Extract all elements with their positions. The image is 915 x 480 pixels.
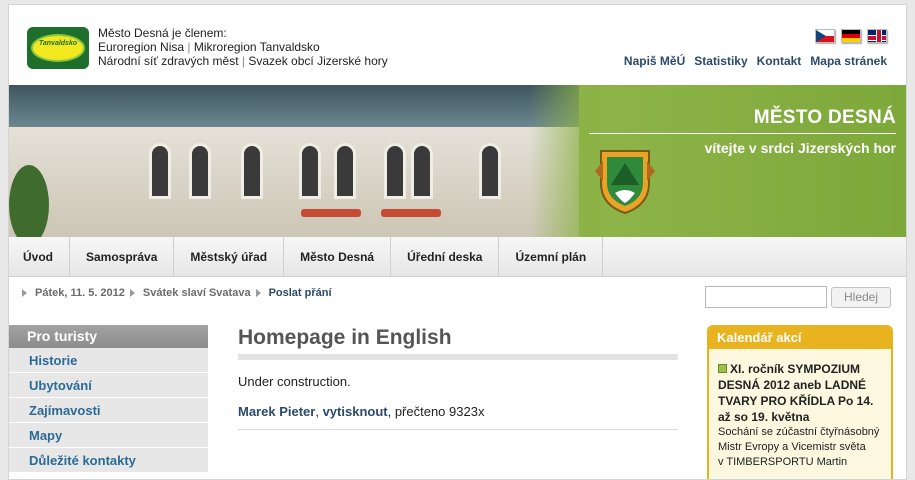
member-euroregion: Euroregion Nisa: [98, 40, 185, 54]
content-text: Under construction.: [238, 374, 351, 389]
send-greeting-link[interactable]: Poslat přání: [269, 287, 332, 299]
sidebar-item-dulezite-kontakty[interactable]: Důležité kontakty: [9, 448, 208, 473]
photo-window: [411, 143, 433, 199]
author-link[interactable]: Marek Pieter: [238, 404, 315, 419]
nav-mesto-desna[interactable]: Město Desná: [284, 237, 392, 277]
print-link[interactable]: vytisknout: [323, 404, 388, 419]
sidebar-item-mapy[interactable]: Mapy: [9, 423, 208, 448]
sidebar-item-ubytovani[interactable]: Ubytování: [9, 373, 208, 398]
arrow-right-icon: [129, 289, 135, 297]
meta-comma: ,: [315, 404, 319, 419]
town-slogan: vítejte v srdci Jizerských hor: [704, 140, 896, 156]
sidebar-heading: Pro turisty: [9, 325, 208, 348]
banner: MĚSTO DESNÁ vítejte v srdci Jizerských h…: [9, 85, 906, 237]
calendar-heading: Kalendář akcí: [709, 327, 891, 349]
photo-window: [299, 143, 321, 199]
events-calendar: Kalendář akcí XI. ročník SYMPOZIUM DESNÁ…: [707, 325, 893, 479]
nav-uvod[interactable]: Úvod: [9, 237, 70, 277]
czech-flag-icon[interactable]: [815, 29, 835, 43]
photo-window: [384, 143, 406, 199]
search-input[interactable]: [705, 286, 827, 308]
main-content: Homepage in English Under construction. …: [238, 325, 678, 430]
separator: |: [187, 40, 191, 54]
photo-window: [479, 143, 501, 199]
photo-roof: [9, 85, 579, 127]
german-flag-icon[interactable]: [841, 29, 861, 43]
nav-mestsky-urad[interactable]: Městský úřad: [174, 237, 285, 277]
language-flags: [815, 29, 887, 43]
header: Tanvaldsko Město Desná je členem: Eurore…: [9, 5, 906, 85]
info-bar: Pátek, 11. 5. 2012 Svátek slaví Svatava …: [22, 287, 332, 299]
link-statistiky[interactable]: Statistiky: [694, 54, 747, 68]
page: Tanvaldsko Město Desná je členem: Eurore…: [8, 4, 907, 480]
banner-divider: [589, 133, 896, 134]
arrow-right-icon: [255, 289, 261, 297]
member-mikroregion: Mikroregion Tanvaldsko: [193, 40, 320, 54]
member-line-1: Euroregion Nisa | Mikroregion Tanvaldsko: [98, 40, 388, 54]
event-text-1: Sochání se zúčastní čtyřnásobný Mistr Ev…: [718, 426, 880, 453]
link-kontakt[interactable]: Kontakt: [757, 54, 802, 68]
link-mapa-stranek[interactable]: Mapa stránek: [810, 54, 887, 68]
event-title-text: XI. ročník SYMPOZIUM DESNÁ 2012 aneb LAD…: [718, 362, 874, 424]
photo-window: [334, 143, 356, 199]
town-crest-icon: [595, 150, 655, 215]
link-napis-meu[interactable]: Napiš MěÚ: [624, 54, 685, 68]
photo-flowers: [301, 209, 361, 217]
photo-tree: [9, 165, 49, 237]
photo-window: [189, 143, 211, 199]
town-title: MĚSTO DESNÁ: [753, 107, 896, 128]
member-line-2: Národní síť zdravých měst | Svazek obcí …: [98, 54, 388, 68]
event-title[interactable]: XI. ročník SYMPOZIUM DESNÁ 2012 aneb LAD…: [718, 361, 883, 425]
banner-fade: [529, 85, 599, 237]
sidebar-menu: Pro turisty Historie Ubytování Zajímavos…: [9, 325, 208, 473]
current-date: Pátek, 11. 5. 2012: [35, 287, 125, 299]
page-title: Homepage in English: [238, 325, 678, 360]
member-title: Město Desná je členem:: [98, 26, 227, 40]
logo-text: Tanvaldsko: [38, 40, 78, 47]
main-nav: Úvod Samospráva Městský úřad Město Desná…: [9, 237, 906, 277]
english-flag-icon[interactable]: [867, 29, 887, 43]
tanvaldsko-logo[interactable]: Tanvaldsko: [27, 27, 89, 69]
top-links: Napiš MěÚ Statistiky Kontakt Mapa stráne…: [624, 54, 887, 68]
event-text-2: v TIMBERSPORTU Martin: [718, 456, 848, 468]
nameday: Svátek slaví Svatava: [142, 287, 251, 299]
photo-flowers: [381, 209, 441, 217]
arrow-right-icon: [22, 289, 27, 297]
article-meta: Marek Pieter, vytisknout, přečteno 9323x: [238, 404, 678, 430]
read-count: , přečteno 9323x: [387, 404, 485, 419]
sidebar-item-zajimavosti[interactable]: Zajímavosti: [9, 398, 208, 423]
member-jizerske-hory: Svazek obcí Jizerské hory: [248, 54, 388, 68]
photo-window: [149, 143, 171, 199]
nav-uredni-deska[interactable]: Úřední deska: [391, 237, 500, 277]
photo-window: [241, 143, 263, 199]
nav-uzemni-plan[interactable]: Územní plán: [499, 237, 604, 277]
nav-samosprava[interactable]: Samospráva: [70, 237, 175, 277]
member-healthy-cities: Národní síť zdravých měst: [98, 54, 239, 68]
search-button[interactable]: Hledej: [831, 287, 891, 308]
sidebar-item-historie[interactable]: Historie: [9, 348, 208, 373]
bullet-square-icon: [718, 364, 727, 373]
membership-info: Město Desná je členem: Euroregion Nisa |…: [98, 26, 388, 68]
logo-oval: [31, 34, 85, 62]
town-hall-photo: [9, 85, 579, 237]
calendar-body: XI. ročník SYMPOZIUM DESNÁ 2012 aneb LAD…: [709, 349, 891, 470]
separator: |: [241, 54, 246, 68]
